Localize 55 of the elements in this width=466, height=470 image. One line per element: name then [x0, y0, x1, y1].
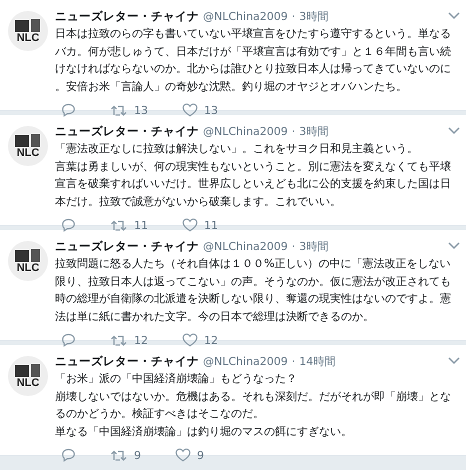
retweet-count: 12	[134, 334, 148, 346]
logo-text: NLC	[16, 147, 40, 159]
timestamp[interactable]: 3時間	[299, 124, 328, 138]
tweet-text: 「お米」派の「中国経済崩壊論」もどうなった？	[55, 371, 298, 387]
tweet-text: 単なる「中国経済崩壊論」は釣り堀のマスの餌にすぎない。	[55, 424, 353, 440]
chevron-icon[interactable]	[448, 242, 460, 250]
logo-text: NLC	[16, 32, 40, 44]
separator: ·	[292, 354, 296, 368]
avatar-logo[interactable]: NLC	[8, 356, 48, 396]
like-count: 12	[204, 334, 218, 346]
tweet-text: 言葉は勇ましいが、何の現実性もないということ。別に憲法を変えなくても平壌宣言を破棄すればいいだけ。世界広しといえども北に公的支援を約束した国は日本だけ。拉致で誠意がないから破棄します。これでいい。	[55, 158, 452, 210]
timestamp[interactable]: 3時間	[299, 8, 328, 24]
avatar-logo[interactable]: NLC	[8, 11, 48, 51]
user-name[interactable]: ニューズレター・チャイナ	[55, 354, 199, 368]
like-count: 11	[204, 218, 218, 232]
like-count: 13	[204, 104, 218, 116]
retweet-icon[interactable]	[110, 448, 128, 462]
heart-icon[interactable]	[182, 218, 198, 232]
tweet-text: 「憲法改正なしに拉致は解決しない」。これをサヨク日和見主義という。	[55, 141, 419, 157]
heart-icon[interactable]	[175, 448, 191, 462]
retweet-count: 9	[134, 448, 141, 462]
retweet-icon[interactable]	[110, 218, 128, 232]
heart-icon[interactable]	[182, 103, 198, 117]
user-handle[interactable]: @NLChina2009	[203, 240, 288, 252]
reply-icon[interactable]	[61, 448, 76, 462]
avatar-logo[interactable]: NLC	[8, 126, 48, 166]
tweet-text: 拉致問題に怒る人たち（それ自体は１００%正しい）の中に「憲法改正をしない限り、拉致日本人は返ってこない」の声。そうなのか。仮に憲法が改正されても時の総理が自衛隊の北派遣を決断しない限り、奪還の現実性はないのですよ。憲法は単に紙に書かれた文字。今の日本で総理は決断できるのか。	[55, 256, 452, 324]
reply-icon[interactable]	[61, 103, 76, 117]
retweet-icon[interactable]	[110, 104, 128, 116]
chevron-icon[interactable]	[448, 12, 460, 20]
retweet-count: 11	[134, 218, 148, 232]
tweet-text: 日本は拉致のらの字も書いていない平壌宣言をひたすら遵守するという。単なるバカ。何が悲しゅうて、日本だけが「平壌宣言は有効です」と１６年間も言い続けなければならないのか。北からは誰ひとり拉致日本人は帰ってきていないのに。安倍お米「言論人」の奇妙な沈黙。釣り堀のオヤジとオバハンたち。	[55, 26, 452, 94]
retweet-count: 13	[134, 104, 148, 116]
separator: ·	[292, 240, 296, 252]
logo-text: NLC	[16, 377, 40, 389]
separator: ·	[292, 124, 296, 138]
timestamp[interactable]: 3時間	[299, 238, 328, 254]
reply-icon[interactable]	[61, 218, 76, 232]
reply-icon[interactable]	[61, 333, 76, 347]
user-handle[interactable]: @NLChina2009	[203, 10, 288, 22]
user-handle[interactable]: @NLChina2009	[203, 354, 288, 368]
logo-text: NLC	[16, 262, 40, 274]
tweet-text: 崩壊しないではないか。危機はある。それも深刻だ。だがそれが即「崩壊」となるのかどうか。検証すべきはそこなのだ。	[55, 388, 452, 422]
chevron-icon[interactable]	[448, 357, 460, 365]
user-name[interactable]: ニューズレター・チャイナ	[55, 238, 199, 254]
user-handle[interactable]: @NLChina2009	[203, 124, 288, 138]
avatar-logo[interactable]: NLC	[8, 241, 48, 281]
user-name[interactable]: ニューズレター・チャイナ	[55, 8, 199, 24]
like-count: 9	[197, 448, 204, 462]
retweet-icon[interactable]	[110, 334, 128, 346]
separator: ·	[292, 10, 296, 22]
timestamp[interactable]: 14時間	[299, 354, 336, 368]
chevron-icon[interactable]	[448, 127, 460, 135]
heart-icon[interactable]	[182, 333, 198, 347]
user-name[interactable]: ニューズレター・チャイナ	[55, 124, 199, 138]
